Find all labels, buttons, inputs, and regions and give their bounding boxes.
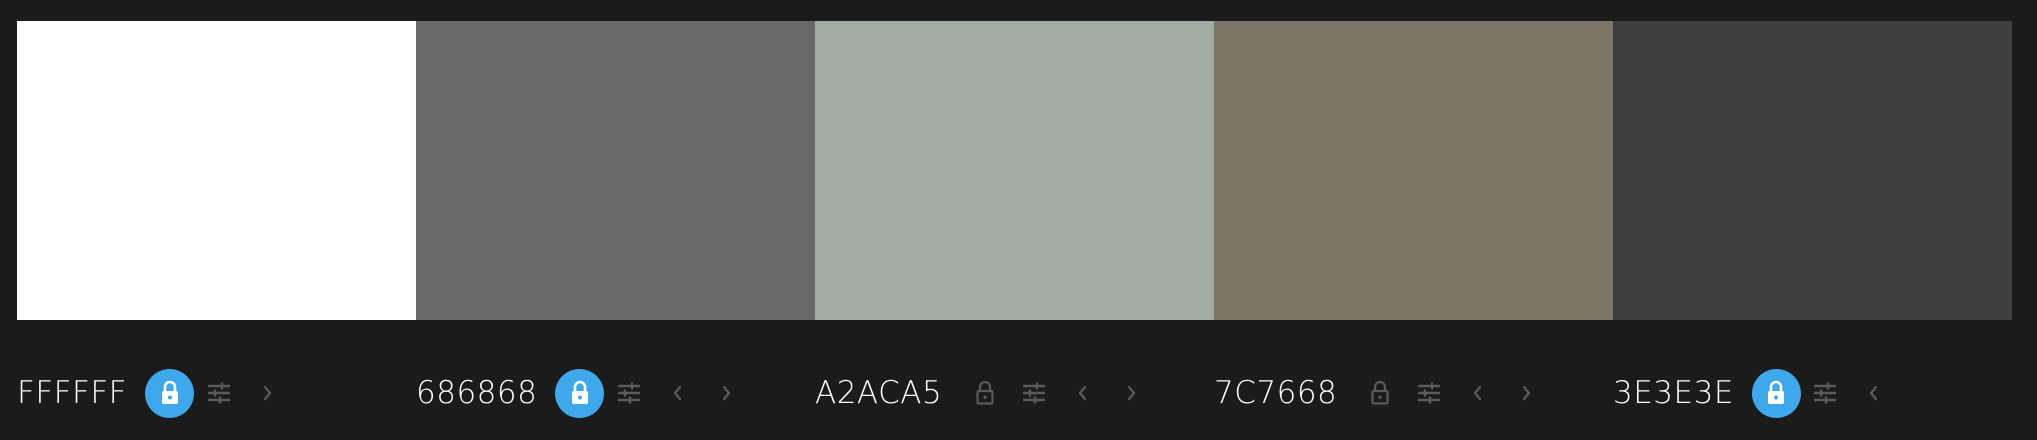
move-right-button[interactable]	[702, 369, 751, 418]
adjust-button[interactable]	[1801, 369, 1850, 418]
swatch-controls: 7C7668	[1214, 368, 1613, 418]
adjust-button[interactable]	[604, 369, 653, 418]
sliders-icon	[1814, 382, 1837, 404]
color-palette: FFFFFF 686868 A2ACA5 7C7668 3E3E3E	[17, 21, 2012, 420]
palette-column: 686868	[416, 21, 815, 420]
lock-icon	[976, 380, 994, 405]
palette-column: 3E3E3E	[1613, 21, 2012, 420]
lock-icon	[161, 380, 178, 404]
palette-column: A2ACA5	[815, 21, 1214, 420]
adjust-button[interactable]	[1009, 369, 1058, 418]
chevron-right-icon	[722, 385, 730, 401]
move-left-button[interactable]	[1058, 369, 1107, 418]
color-swatch[interactable]	[17, 21, 416, 320]
hex-code[interactable]: FFFFFF	[17, 368, 127, 418]
chevron-left-icon	[1473, 385, 1481, 401]
hex-code[interactable]: 3E3E3E	[1613, 368, 1734, 418]
adjust-button[interactable]	[194, 369, 243, 418]
chevron-left-icon	[1870, 385, 1878, 401]
move-right-button[interactable]	[1107, 369, 1156, 418]
palette-column: FFFFFF	[17, 21, 416, 420]
chevron-right-icon	[263, 385, 271, 401]
color-swatch[interactable]	[1613, 21, 2012, 320]
sliders-icon	[207, 382, 230, 404]
color-swatch[interactable]	[815, 21, 1214, 320]
hex-code[interactable]: 7C7668	[1214, 368, 1337, 418]
swatch-controls: 686868	[416, 368, 815, 418]
color-swatch[interactable]	[1214, 21, 1613, 320]
hex-code[interactable]: A2ACA5	[815, 368, 942, 418]
move-left-button[interactable]	[1850, 369, 1899, 418]
sliders-icon	[1417, 382, 1440, 404]
move-left-button[interactable]	[1453, 369, 1502, 418]
lock-button[interactable]	[145, 368, 194, 418]
lock-button[interactable]	[960, 369, 1009, 418]
move-right-button[interactable]	[243, 369, 292, 418]
move-right-button[interactable]	[1502, 369, 1551, 418]
move-left-button[interactable]	[653, 369, 702, 418]
swatch-controls: A2ACA5	[815, 368, 1214, 418]
lock-button[interactable]	[1751, 368, 1801, 418]
lock-icon	[571, 380, 588, 404]
lock-button[interactable]	[555, 368, 605, 418]
swatch-controls: FFFFFF	[17, 368, 416, 418]
color-swatch[interactable]	[416, 21, 815, 320]
chevron-right-icon	[1127, 385, 1135, 401]
hex-code[interactable]: 686868	[416, 368, 537, 418]
sliders-icon	[1022, 382, 1045, 404]
swatch-controls: 3E3E3E	[1613, 368, 2012, 418]
chevron-right-icon	[1522, 385, 1530, 401]
lock-icon	[1371, 380, 1389, 405]
chevron-left-icon	[1078, 385, 1086, 401]
lock-button[interactable]	[1355, 369, 1404, 418]
chevron-left-icon	[673, 385, 681, 401]
sliders-icon	[617, 382, 640, 404]
adjust-button[interactable]	[1404, 369, 1453, 418]
lock-icon	[1768, 380, 1785, 404]
palette-column: 7C7668	[1214, 21, 1613, 420]
